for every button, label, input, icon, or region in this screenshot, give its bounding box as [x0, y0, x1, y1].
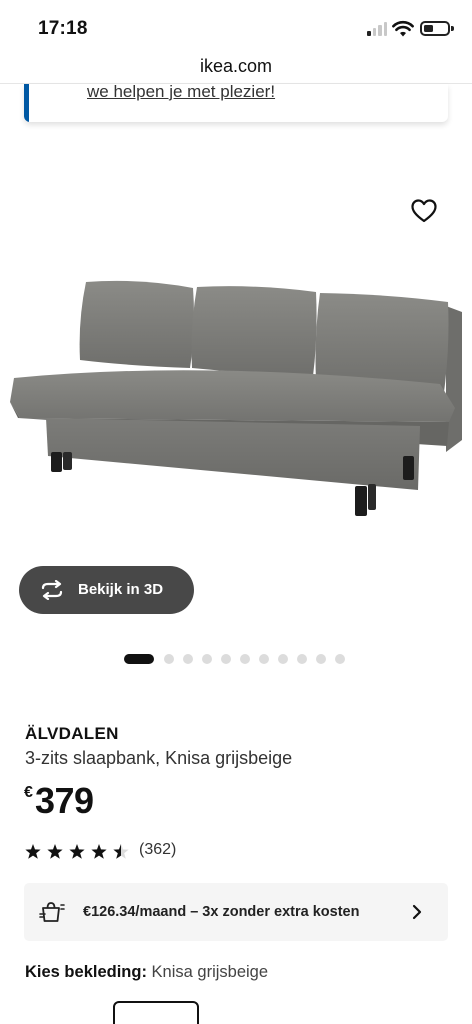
- carousel-dot[interactable]: [259, 654, 269, 664]
- star-rating-icon: [25, 844, 129, 859]
- upholstery-value: Knisa grijsbeige: [151, 963, 269, 981]
- product-name: ÄLVDALEN: [25, 724, 119, 743]
- rotate-icon: [41, 580, 63, 600]
- review-count[interactable]: (362): [139, 841, 176, 859]
- service-banner: we helpen je met plezier!: [24, 84, 448, 122]
- upholstery-selector: Kies bekleding: Knisa grijsbeige: [25, 963, 268, 982]
- financing-option[interactable]: €126.34/maand – 3x zonder extra kosten: [24, 883, 448, 941]
- sofa-bed-image[interactable]: [0, 240, 472, 560]
- financing-text: €126.34/maand – 3x zonder extra kosten: [83, 904, 360, 920]
- price-currency: €: [24, 784, 33, 801]
- carousel-dot[interactable]: [335, 654, 345, 664]
- upholstery-label: Kies bekleding:: [25, 963, 147, 981]
- price-value: 379: [35, 780, 94, 821]
- banner-accent: [24, 84, 29, 122]
- carousel-dot[interactable]: [240, 654, 250, 664]
- carousel-dot[interactable]: [316, 654, 326, 664]
- carousel-dot[interactable]: [164, 654, 174, 664]
- carousel-dot[interactable]: [183, 654, 193, 664]
- status-time: 17:18: [38, 18, 88, 39]
- product-description: 3-zits slaapbank, Knisa grijsbeige: [25, 748, 293, 768]
- view-in-3d-button[interactable]: Bekijk in 3D: [19, 566, 194, 614]
- carousel-dot[interactable]: [297, 654, 307, 664]
- carousel-dot[interactable]: [221, 654, 231, 664]
- heart-icon[interactable]: [410, 198, 438, 224]
- wifi-icon: [392, 21, 414, 37]
- upholstery-swatch-selected[interactable]: [113, 1001, 199, 1024]
- carousel-dot[interactable]: [202, 654, 212, 664]
- shopping-bag-icon: [39, 902, 65, 922]
- address-bar[interactable]: ikea.com: [0, 52, 472, 84]
- carousel-dot-active[interactable]: [124, 654, 154, 664]
- signal-icon: [367, 22, 387, 36]
- banner-link[interactable]: we helpen je met plezier!: [87, 84, 275, 102]
- battery-icon: [420, 21, 454, 36]
- view-in-3d-label: Bekijk in 3D: [78, 581, 164, 598]
- chevron-right-icon: [412, 904, 422, 920]
- status-bar: 17:18: [0, 0, 472, 56]
- url-text[interactable]: ikea.com: [200, 56, 272, 77]
- carousel-dot[interactable]: [278, 654, 288, 664]
